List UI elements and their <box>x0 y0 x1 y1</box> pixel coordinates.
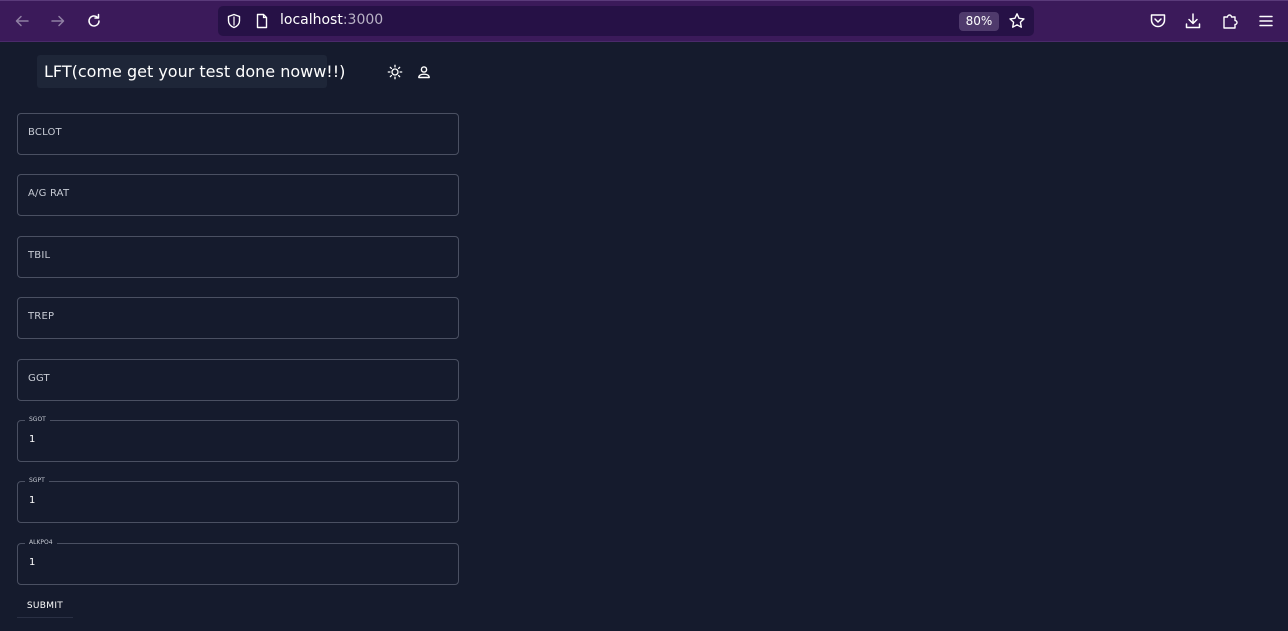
person-icon[interactable] <box>416 64 432 80</box>
page-content: LFT(come get your test done noww!!) BCLO… <box>0 42 1288 631</box>
ggt-placeholder: GGT <box>28 373 50 384</box>
url-host: localhost <box>280 12 343 28</box>
alkpo4-input[interactable]: ALKPO4 1 <box>17 538 459 585</box>
reload-button[interactable] <box>82 9 106 33</box>
download-icon[interactable] <box>1183 11 1203 31</box>
bclot-input[interactable]: BCLOT <box>17 113 459 155</box>
bclot-placeholder: BCLOT <box>28 127 62 138</box>
forward-arrow-icon <box>51 15 65 27</box>
alkpo4-value: 1 <box>29 557 36 568</box>
tbil-placeholder: TBIL <box>28 250 51 261</box>
trep-placeholder: TREP <box>28 311 55 322</box>
sgot-input[interactable]: SGOT 1 <box>17 415 459 462</box>
url-port: :3000 <box>342 12 384 28</box>
sun-icon[interactable] <box>387 64 403 80</box>
alkpo4-label: ALKPO4 <box>25 538 57 548</box>
ag-ratio-placeholder: A/G RAT <box>28 188 70 199</box>
submit-button[interactable]: SUBMIT <box>17 594 73 618</box>
pocket-icon[interactable] <box>1148 11 1168 31</box>
toolbar-top-edge <box>0 0 1288 1</box>
page-info-icon[interactable] <box>254 13 270 29</box>
address-bar[interactable]: localhost:3000 80% <box>218 6 1034 36</box>
ag-ratio-input[interactable]: A/G RAT <box>17 174 459 216</box>
bookmark-star-icon[interactable] <box>1008 12 1026 30</box>
tracking-protection-shield-icon[interactable] <box>226 13 242 29</box>
hamburger-menu-icon[interactable] <box>1256 11 1276 31</box>
sgot-value: 1 <box>29 434 36 445</box>
tbil-input[interactable]: TBIL <box>17 236 459 278</box>
trep-input[interactable]: TREP <box>17 297 459 339</box>
reload-icon <box>88 13 100 27</box>
url-text[interactable]: localhost:3000 <box>280 12 383 28</box>
browser-toolbar: localhost:3000 80% <box>0 0 1288 42</box>
sgot-label: SGOT <box>25 415 50 425</box>
sgpt-value: 1 <box>29 495 36 506</box>
zoom-level-badge[interactable]: 80% <box>959 12 999 31</box>
sgpt-input[interactable]: SGPT 1 <box>17 476 459 523</box>
sgpt-label: SGPT <box>25 476 49 486</box>
back-button[interactable] <box>10 9 34 33</box>
page-title: LFT(come get your test done noww!!) <box>37 55 345 88</box>
ggt-input[interactable]: GGT <box>17 359 459 401</box>
back-arrow-icon <box>15 15 29 27</box>
forward-button[interactable] <box>46 9 70 33</box>
extensions-puzzle-icon[interactable] <box>1220 11 1240 31</box>
